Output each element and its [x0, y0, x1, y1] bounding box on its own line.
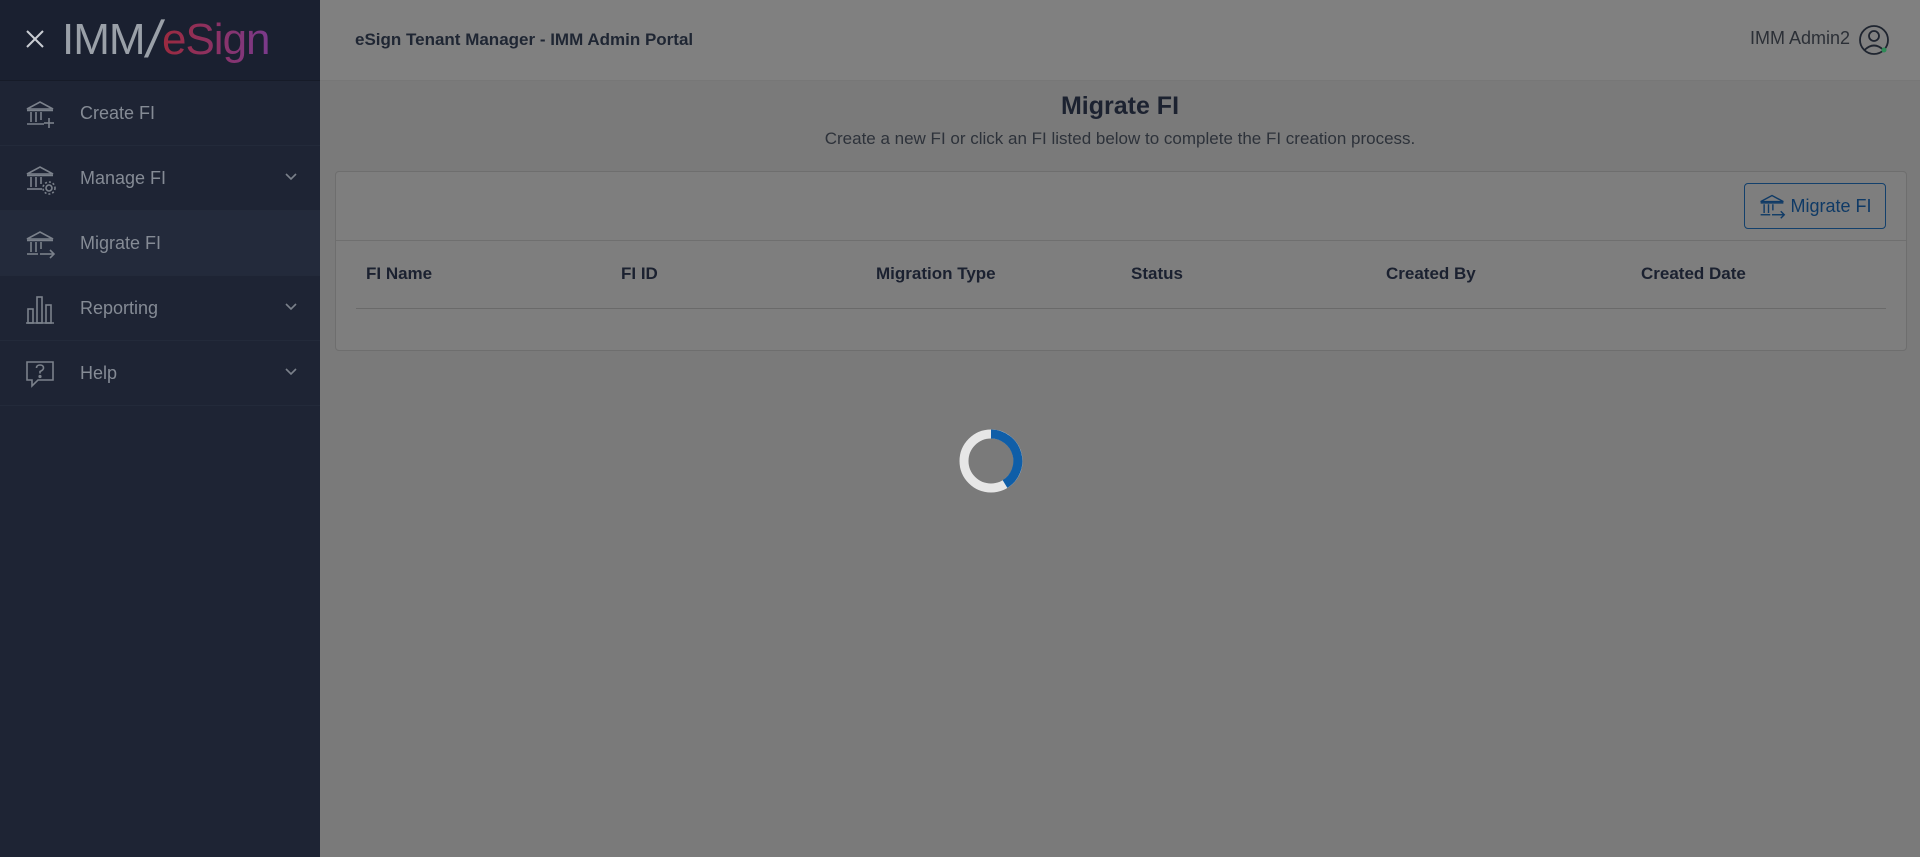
sidebar-item-manage-fi[interactable]: Manage FI	[0, 146, 320, 211]
migrate-fi-button[interactable]: Migrate FI	[1744, 183, 1886, 229]
sidebar-item-help[interactable]: Help	[0, 341, 320, 406]
user-avatar-icon[interactable]	[1858, 24, 1890, 56]
table-header: FI Name FI ID Migration Type Status Crea…	[356, 240, 1886, 309]
logo: IMM / eSign	[62, 11, 271, 69]
page-subtitle: Create a new FI or click an FI listed be…	[824, 129, 1416, 148]
chevron-down-icon	[285, 303, 297, 311]
app-title: eSign Tenant Manager - IMM Admin Portal	[355, 30, 694, 49]
column-header-fi-id[interactable]: FI ID	[611, 264, 866, 284]
bank-add-icon	[26, 101, 54, 128]
chevron-down-icon	[285, 173, 297, 181]
sidebar-item-label: Create FI	[80, 102, 156, 123]
bank-gear-icon	[26, 166, 56, 195]
sidebar: IMM / eSign Create FI Manage FI Migrate …	[0, 0, 320, 857]
sidebar-item-label: Migrate FI	[80, 232, 162, 253]
bank-arrow-icon	[26, 231, 56, 259]
sidebar-item-migrate-fi[interactable]: Migrate FI	[0, 211, 320, 276]
fi-table-card: Migrate FI FI Name FI ID Migration Type …	[335, 171, 1907, 351]
user-name[interactable]: IMM Admin2	[1750, 28, 1850, 49]
sidebar-item-reporting[interactable]: Reporting	[0, 276, 320, 341]
column-header-migration-type[interactable]: Migration Type	[866, 264, 1121, 284]
bank-arrow-icon	[1760, 194, 1786, 219]
close-icon[interactable]	[24, 28, 46, 50]
column-header-status[interactable]: Status	[1121, 264, 1376, 284]
sidebar-brand: IMM / eSign	[0, 0, 320, 81]
loading-spinner-icon	[959, 429, 1023, 493]
page-title: Migrate FI	[1060, 92, 1180, 120]
help-bubble-icon	[26, 361, 54, 388]
sidebar-item-label: Help	[80, 362, 118, 383]
card-toolbar: Migrate FI	[336, 172, 1906, 241]
column-header-created-by[interactable]: Created By	[1376, 264, 1631, 284]
chevron-down-icon	[285, 368, 297, 376]
top-header: eSign Tenant Manager - IMM Admin Portal …	[320, 0, 1920, 81]
sidebar-nav: Create FI Manage FI Migrate FI Reporting…	[0, 81, 320, 406]
column-header-created-date[interactable]: Created Date	[1631, 264, 1886, 284]
sidebar-item-label: Reporting	[80, 297, 159, 318]
migrate-fi-button-label: Migrate FI	[1790, 195, 1872, 216]
sidebar-item-create-fi[interactable]: Create FI	[0, 81, 320, 146]
sidebar-item-label: Manage FI	[80, 167, 167, 188]
bar-chart-icon	[26, 296, 54, 324]
column-header-fi-name[interactable]: FI Name	[356, 264, 611, 284]
